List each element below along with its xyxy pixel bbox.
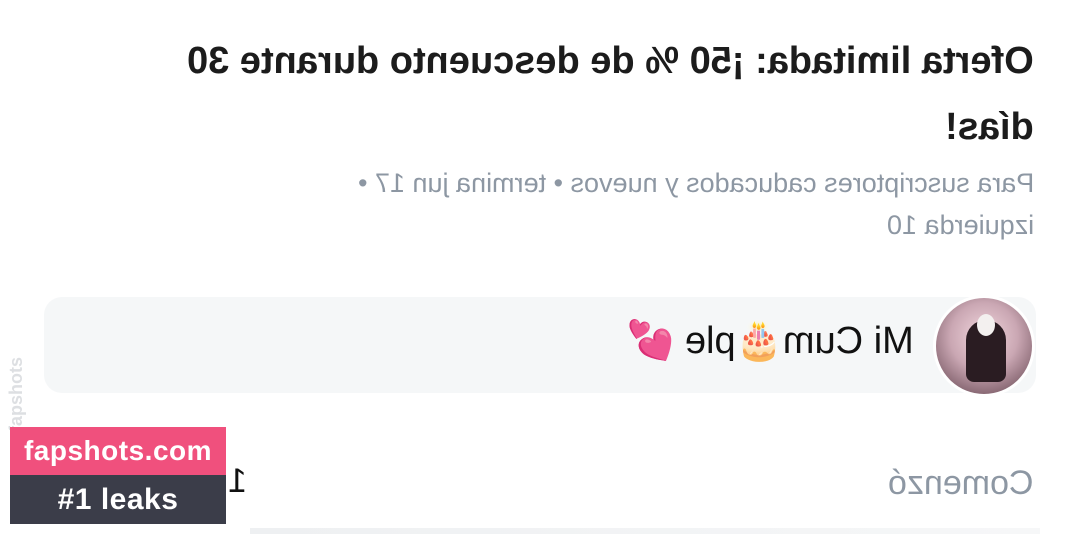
watermark-tag: #1 leaks <box>10 475 226 524</box>
started-label: Comenzó <box>888 464 1034 502</box>
offer-subtitle-line1: Para suscriptores caducados y nuevos • t… <box>357 168 1034 198</box>
offer-subtitle: Para suscriptores caducados y nuevos • t… <box>134 162 1034 246</box>
offer-title: Oferta limitada: ¡50 % de descuento dura… <box>104 28 1034 160</box>
avatar[interactable] <box>933 295 1035 397</box>
watermark-site: fapshots.com <box>10 427 226 475</box>
message-card[interactable]: Mi Cum🎂ple 💕 <box>44 295 1036 397</box>
offer-title-line1: Oferta limitada: ¡50 % de descuento dura… <box>187 40 1034 82</box>
offer-title-line2: días! <box>945 106 1034 148</box>
offer-subtitle-line2: izquierda 10 <box>886 210 1034 240</box>
watermark-side-text: fapshots <box>6 356 26 432</box>
partial-value: 1 <box>228 462 247 500</box>
divider <box>250 528 1040 534</box>
avatar-face <box>977 314 995 336</box>
message-text: Mi Cum🎂ple 💕 <box>627 320 914 362</box>
